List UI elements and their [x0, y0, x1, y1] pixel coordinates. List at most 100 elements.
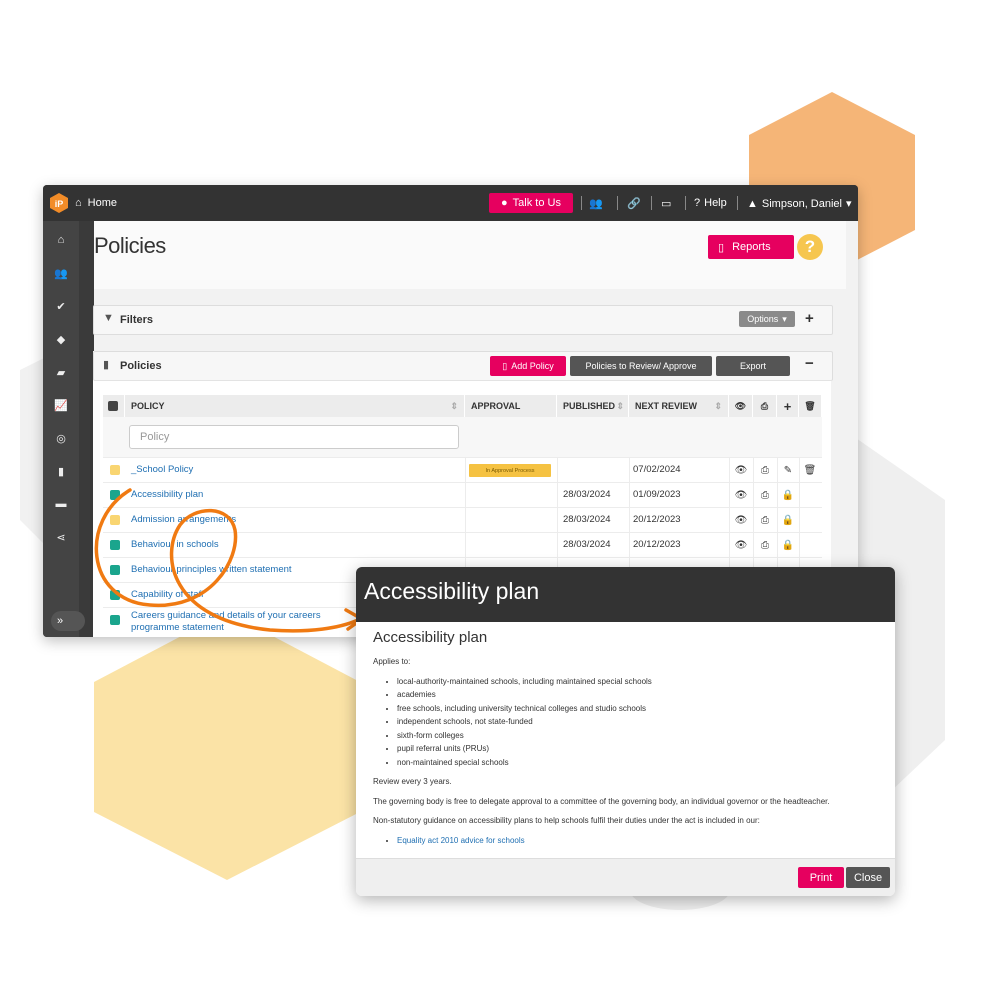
applies-to-item: free schools, including university techn…: [397, 702, 883, 716]
column-divider: [557, 508, 558, 533]
column-divider: [729, 508, 730, 533]
lock-icon[interactable]: 🔒: [781, 538, 795, 552]
talk-to-us-button[interactable]: ● Talk to Us: [489, 193, 573, 213]
column-divider: [799, 533, 800, 558]
trash-icon[interactable]: 🗑: [799, 395, 822, 417]
view-icon[interactable]: 👁: [734, 513, 748, 527]
edit-icon[interactable]: ✎: [781, 463, 795, 477]
column-divider: [629, 483, 630, 508]
caret-down-icon: ▾: [845, 198, 852, 210]
ip-logo-icon[interactable]: iP: [49, 193, 69, 213]
chart-icon[interactable]: 📈: [53, 397, 69, 413]
delete-icon[interactable]: 🗑: [803, 463, 817, 477]
lock-icon[interactable]: 🔒: [781, 513, 795, 527]
column-divider: [557, 458, 558, 483]
eye-icon[interactable]: 👁: [729, 395, 753, 417]
lock-icon[interactable]: 🔒: [781, 488, 795, 502]
column-divider: [753, 483, 754, 508]
page-header: Policies ▯ Reports ?: [94, 221, 846, 289]
print-icon[interactable]: ⎙: [758, 488, 772, 502]
users-icon[interactable]: 👥: [589, 197, 603, 210]
expand-sidebar-button[interactable]: »: [51, 611, 85, 631]
column-divider: [729, 483, 730, 508]
add-policy-label: Add Policy: [511, 361, 554, 371]
help-badge-icon[interactable]: ?: [797, 234, 823, 260]
view-icon[interactable]: 👁: [734, 538, 748, 552]
caret-down-icon: ▾: [782, 313, 787, 324]
home-link[interactable]: ⌂ Home: [75, 197, 117, 209]
applies-to-item: local-authority-maintained schools, incl…: [397, 675, 883, 689]
folder-icon[interactable]: ▬: [53, 496, 69, 512]
print-icon[interactable]: ⎙: [753, 395, 777, 417]
divider: [651, 196, 652, 210]
divider: [617, 196, 618, 210]
collapse-icon[interactable]: −: [805, 355, 814, 372]
print-icon[interactable]: ⎙: [758, 463, 772, 477]
reports-button[interactable]: ▯ Reports: [708, 235, 794, 259]
column-divider: [465, 533, 466, 558]
policy-link[interactable]: _School Policy: [131, 464, 193, 475]
filter-icon: ▼: [103, 312, 114, 324]
sort-icon: ⇕: [714, 400, 722, 411]
next-review-date: 01/09/2023: [633, 489, 681, 500]
print-button[interactable]: Print: [798, 867, 844, 888]
equality-act-link[interactable]: Equality act 2010 advice for schools: [397, 836, 525, 845]
orange-arrow-annotation: [94, 488, 364, 633]
reports-label: Reports: [732, 241, 771, 253]
select-all-checkbox[interactable]: [103, 395, 125, 417]
published-date: 28/03/2024: [563, 489, 611, 500]
column-header-published[interactable]: PUBLISHED ⇕: [557, 395, 629, 417]
column-divider: [777, 533, 778, 558]
column-divider: [629, 533, 630, 558]
policies-to-review-button[interactable]: Policies to Review/ Approve: [570, 356, 712, 376]
inbox-icon[interactable]: ▭: [661, 197, 671, 210]
filters-panel[interactable]: ▼ Filters Options ▾ +: [93, 305, 833, 335]
column-header-next-review[interactable]: NEXT REVIEW ⇕: [629, 395, 729, 417]
accessibility-plan-modal: Accessibility plan Accessibility plan Ap…: [356, 567, 895, 896]
divider: [737, 196, 738, 210]
document-icon: ▮: [103, 359, 110, 371]
column-divider: [557, 533, 558, 558]
divider: [685, 196, 686, 210]
check-icon[interactable]: ✔: [53, 298, 69, 314]
column-divider: [777, 458, 778, 483]
published-date: 28/03/2024: [563, 514, 611, 525]
approval-status-badge: In Approval Process: [469, 464, 551, 477]
print-icon[interactable]: ⎙: [758, 538, 772, 552]
column-header-approval[interactable]: APPROVAL: [465, 395, 557, 417]
policy-header-label: POLICY: [131, 401, 165, 411]
policies-title: Policies: [120, 360, 162, 372]
users-icon[interactable]: 👥: [53, 265, 69, 281]
view-icon[interactable]: 👁: [734, 488, 748, 502]
policy-search-input[interactable]: Policy: [129, 425, 459, 449]
share-icon[interactable]: ⋖: [53, 529, 69, 545]
options-button[interactable]: Options ▾: [739, 311, 795, 327]
add-policy-button[interactable]: ▯ Add Policy: [490, 356, 566, 376]
column-divider: [799, 508, 800, 533]
home-icon[interactable]: ⌂: [53, 232, 69, 248]
help-link[interactable]: ? Help: [694, 197, 727, 209]
help-label: Help: [704, 197, 727, 209]
export-button[interactable]: Export: [716, 356, 790, 376]
tag-icon[interactable]: ◆: [53, 331, 69, 347]
print-icon[interactable]: ⎙: [758, 513, 772, 527]
add-filter-icon[interactable]: +: [805, 310, 814, 327]
options-label: Options: [747, 314, 779, 324]
column-header-policy[interactable]: POLICY ⇕: [125, 395, 465, 417]
applies-to-item: non-maintained special schools: [397, 756, 883, 770]
published-header-label: PUBLISHED: [563, 401, 616, 411]
column-divider: [729, 458, 730, 483]
view-icon[interactable]: 👁: [734, 463, 748, 477]
file-icon[interactable]: ▮: [53, 463, 69, 479]
top-navbar: iP ⌂ Home ● Talk to Us 👥 🔗 ▭ ? Help ▲ Si…: [43, 185, 858, 221]
book-icon[interactable]: ▰: [53, 364, 69, 380]
policies-panel-header: ▮ Policies ▯ Add Policy Policies to Revi…: [93, 351, 833, 381]
close-button[interactable]: Close: [846, 867, 890, 888]
link-icon[interactable]: 🔗: [627, 197, 641, 210]
file-icon: ▯: [718, 241, 725, 254]
home-icon: ⌂: [75, 197, 82, 209]
user-menu[interactable]: ▲ Simpson, Daniel ▾: [747, 197, 852, 211]
plus-icon[interactable]: +: [777, 395, 799, 417]
modal-body: Accessibility plan Applies to: local-aut…: [373, 629, 883, 853]
target-icon[interactable]: ◎: [53, 430, 69, 446]
